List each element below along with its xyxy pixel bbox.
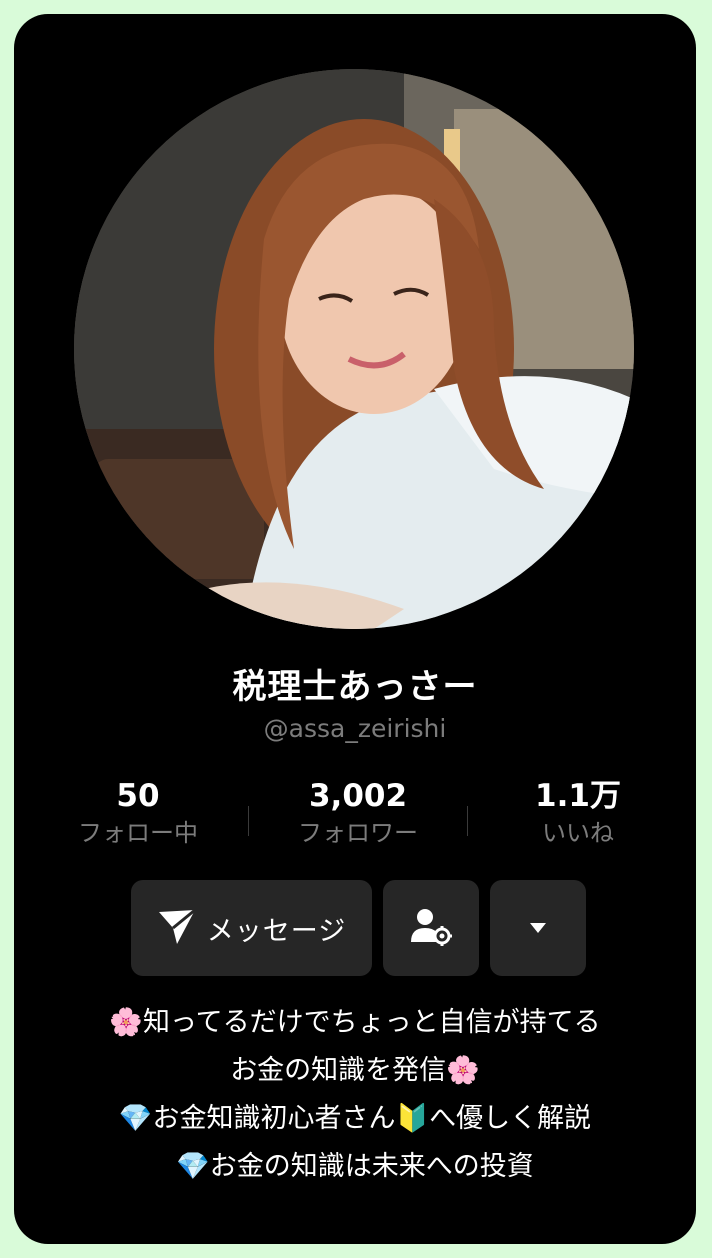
- stat-followers-label: フォロワー: [298, 819, 418, 847]
- send-icon: [157, 906, 197, 950]
- profile-actions: メッセージ: [131, 880, 586, 976]
- profile-avatar[interactable]: [74, 69, 634, 629]
- display-name: 税理士あっさー: [232, 667, 478, 707]
- bio-line: お金の知識を発信🌸: [230, 1055, 480, 1086]
- stat-followers-value: 3,002: [308, 778, 408, 814]
- stat-likes-value: 1.1万: [535, 778, 621, 814]
- stat-following-value: 50: [116, 778, 160, 814]
- message-button[interactable]: メッセージ: [131, 880, 372, 976]
- bio-line: 🌸知ってるだけでちょっと自信が持てる: [109, 1007, 601, 1038]
- profile-bio: 🌸知ってるだけでちょっと自信が持てる お金の知識を発信🌸 💎お金知識初心者さん🔰…: [14, 999, 696, 1191]
- outer-frame: 税理士あっさー @assa_zeirishi 50 フォロー中 3,002 フォ…: [0, 0, 712, 1258]
- stat-following[interactable]: 50 フォロー中: [28, 776, 248, 866]
- bio-line: 💎お金の知識は未来への投資: [176, 1151, 534, 1182]
- stat-following-label: フォロー中: [78, 819, 198, 847]
- profile-card: 税理士あっさー @assa_zeirishi 50 フォロー中 3,002 フォ…: [14, 14, 696, 1244]
- avatar-photo: [74, 69, 634, 629]
- stat-divider: [248, 806, 249, 836]
- stat-followers[interactable]: 3,002 フォロワー: [248, 776, 468, 866]
- more-options-button[interactable]: [490, 880, 586, 976]
- user-gear-icon: [409, 906, 453, 950]
- message-button-label: メッセージ: [206, 915, 347, 947]
- stat-likes-label: いいね: [542, 819, 614, 847]
- username: @assa_zeirishi: [263, 714, 447, 743]
- stat-likes[interactable]: 1.1万 いいね: [468, 776, 688, 866]
- profile-stats: 50 フォロー中 3,002 フォロワー 1.1万 いいね: [28, 776, 688, 866]
- bio-line: 💎お金知識初心者さん🔰へ優しく解説: [118, 1103, 592, 1134]
- friend-settings-button[interactable]: [383, 880, 479, 976]
- caret-down-icon: [529, 919, 547, 938]
